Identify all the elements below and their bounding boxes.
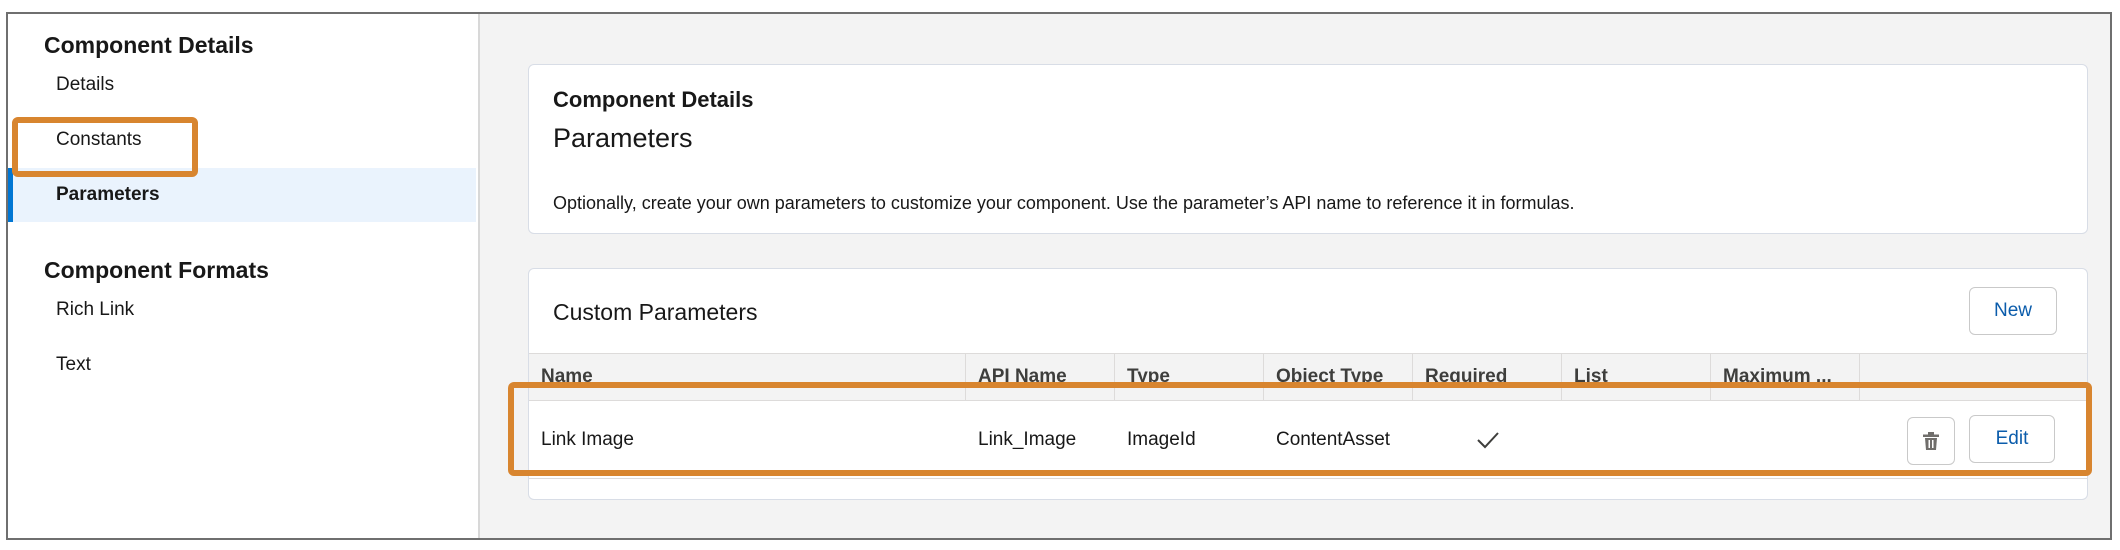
column-header-type[interactable]: Type [1115,354,1264,400]
edit-parameter-button[interactable]: Edit [1969,415,2055,463]
cell-name: Link Image [541,428,634,450]
column-header-maximum[interactable]: Maximum ... [1711,354,1860,400]
sidebar-item-label: Parameters [56,184,160,205]
column-header-actions [1860,354,2087,400]
cell-maximum [1711,401,1860,478]
column-header-name[interactable]: Name [529,354,966,400]
column-header-required[interactable]: Required [1413,354,1562,400]
cell-object-type: ContentAsset [1276,428,1391,450]
sidebar-section-component-formats: Component Formats [44,257,269,283]
component-details-card: Component Details Parameters Optionally,… [528,64,2088,234]
table-row: Link Image Link_Image ImageId ContentAss… [529,401,2087,479]
cell-list [1562,401,1711,478]
sidebar-item-text[interactable]: Text [8,338,476,392]
sidebar: Component Details Details Constants Para… [8,14,480,538]
column-header-list[interactable]: List [1562,354,1711,400]
app-frame: Component Details Details Constants Para… [6,12,2112,540]
card-description: Optionally, create your own parameters t… [553,193,1575,213]
cell-api-name: Link_Image [978,428,1077,450]
sidebar-item-label: Rich Link [56,299,135,320]
sidebar-item-label: Constants [56,129,142,150]
table-header: Name API Name Type Object Type Required … [529,353,2087,401]
custom-parameters-card: Custom Parameters New Name API Name Type… [528,268,2088,500]
sidebar-item-parameters[interactable]: Parameters [8,168,476,222]
checkmark-icon [1476,431,1499,448]
sidebar-item-constants[interactable]: Constants [8,113,476,167]
page-title: Parameters [553,123,693,153]
column-header-object-type[interactable]: Object Type [1264,354,1413,400]
cell-required [1413,401,1562,478]
card-title: Custom Parameters [553,299,758,325]
column-header-api-name[interactable]: API Name [966,354,1115,400]
sidebar-item-details[interactable]: Details [8,58,476,112]
main-content: Component Details Parameters Optionally,… [480,14,2110,538]
sidebar-item-rich-link[interactable]: Rich Link [8,283,476,337]
card-heading: Component Details [553,87,754,112]
new-parameter-button[interactable]: New [1969,287,2057,335]
sidebar-section-component-details: Component Details [44,32,254,58]
cell-type: ImageId [1127,428,1196,450]
sidebar-item-label: Details [56,74,115,95]
sidebar-item-label: Text [56,354,91,375]
trash-icon [1923,432,1939,450]
delete-parameter-button[interactable] [1907,417,1955,465]
